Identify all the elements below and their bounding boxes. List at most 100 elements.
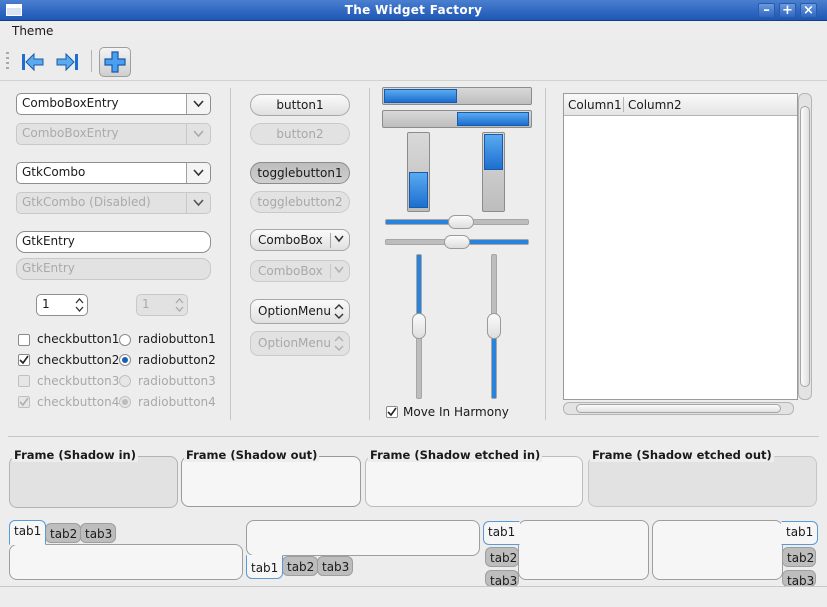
- combobox[interactable]: ComboBox: [250, 229, 350, 251]
- option-arrows-icon: [334, 304, 344, 319]
- comboboxentry-text: ComboBoxEntry: [22, 96, 119, 110]
- spin-arrows-icon[interactable]: [75, 297, 84, 313]
- optionmenu[interactable]: OptionMenu: [250, 299, 350, 324]
- tree-view[interactable]: Column1 Column2: [563, 93, 798, 400]
- add-button[interactable]: [99, 47, 131, 77]
- maximize-icon[interactable]: +: [779, 3, 796, 18]
- notebook-top-tab3[interactable]: tab3: [80, 523, 116, 543]
- go-first-button[interactable]: [18, 47, 50, 77]
- frame-shadow-etched-in: [365, 456, 583, 507]
- notebook-top-tab2[interactable]: tab2: [45, 523, 81, 543]
- vscale2-handle[interactable]: [487, 313, 501, 339]
- go-last-icon: [56, 52, 78, 72]
- title-bar[interactable]: The Widget Factory – + ×: [0, 0, 827, 21]
- checkbutton4-label: checkbutton4: [37, 395, 120, 409]
- vscale1-handle[interactable]: [412, 313, 426, 339]
- notebook-bottom-tab3[interactable]: tab3: [317, 556, 353, 576]
- column1-header[interactable]: Column1: [568, 98, 622, 112]
- gtkcombo-disabled-dropdown: [186, 193, 210, 213]
- vertical-scroll-thumb[interactable]: [800, 106, 810, 387]
- button2: button2: [250, 123, 350, 145]
- hscale2-handle[interactable]: [444, 235, 470, 249]
- comboboxentry-disabled-text: ComboBoxEntry: [22, 126, 119, 140]
- checkbutton4: [18, 396, 30, 408]
- combobox-separator: [330, 233, 331, 248]
- progressbar-v1-fill: [409, 172, 428, 208]
- window-title: The Widget Factory: [344, 3, 483, 17]
- radiobutton4: [119, 396, 131, 408]
- gtkentry-text: GtkEntry: [22, 234, 75, 248]
- progressbar-h2-fill: [457, 112, 529, 126]
- checkbutton1-label: checkbutton1: [37, 332, 120, 346]
- radiobutton1[interactable]: [119, 334, 131, 346]
- frame-shadow-etched-out-title: Frame (Shadow etched out): [590, 448, 774, 462]
- spinbutton[interactable]: 1: [36, 294, 88, 316]
- close-icon[interactable]: ×: [800, 3, 817, 18]
- chevron-down-icon: [193, 199, 204, 207]
- progressbar-h1: [382, 87, 532, 105]
- gtkentry[interactable]: GtkEntry: [16, 231, 211, 253]
- add-icon: [104, 51, 126, 73]
- radiobutton2[interactable]: [119, 354, 131, 366]
- gtkentry-disabled: GtkEntry: [16, 258, 211, 280]
- section-separator: [8, 436, 819, 437]
- notebook-top-tab1[interactable]: tab1: [9, 520, 46, 545]
- move-in-harmony-check[interactable]: [386, 406, 398, 418]
- progressbar-v2: [482, 132, 505, 212]
- hscale1-handle[interactable]: [448, 215, 474, 229]
- hscale1-fill: [386, 220, 450, 224]
- go-last-button[interactable]: [52, 47, 84, 77]
- tree-header: Column1 Column2: [564, 94, 797, 116]
- frame-shadow-out: [181, 456, 361, 507]
- combobox-label: ComboBox: [258, 233, 323, 247]
- checkbutton3-label: checkbutton3: [37, 374, 120, 388]
- notebook-right-tab2[interactable]: tab2: [782, 547, 816, 567]
- notebook-right-tab3[interactable]: tab3: [782, 570, 816, 588]
- notebook-right-page: [652, 520, 783, 580]
- notebook-left-tab3[interactable]: tab3: [485, 570, 519, 588]
- spinbutton-value: 1: [42, 297, 50, 311]
- optionmenu-disabled-label: OptionMenu: [258, 336, 331, 350]
- radiobutton2-label: radiobutton2: [138, 353, 216, 367]
- radiobutton3: [119, 375, 131, 387]
- toolbar-separator: [91, 50, 92, 72]
- notebook-right-tab1[interactable]: tab1: [781, 521, 818, 545]
- notebook-left-tab1[interactable]: tab1: [483, 521, 520, 545]
- comboboxentry[interactable]: ComboBoxEntry: [16, 93, 211, 115]
- menu-theme[interactable]: Theme: [12, 24, 53, 38]
- notebook-bottom-tab2[interactable]: tab2: [282, 556, 318, 576]
- gtkentry-disabled-text: GtkEntry: [22, 261, 75, 275]
- checkbutton1[interactable]: [18, 334, 30, 346]
- minimize-icon[interactable]: –: [758, 3, 775, 18]
- column2-header[interactable]: Column2: [628, 98, 682, 112]
- notebook-left-tab2[interactable]: tab2: [485, 547, 519, 567]
- progressbar-v1: [407, 132, 430, 212]
- radiobutton4-label: radiobutton4: [138, 395, 216, 409]
- gtkcombo-dropdown[interactable]: [186, 163, 210, 183]
- horizontal-scrollbar[interactable]: [563, 402, 794, 415]
- spinbutton-disabled: 1: [136, 294, 188, 316]
- checkbutton2[interactable]: [18, 354, 30, 366]
- notebook-bottom-tab1[interactable]: tab1: [246, 555, 283, 579]
- notebook-left-page: [518, 520, 649, 580]
- gtkcombo-disabled: GtkCombo (Disabled): [16, 192, 211, 214]
- comboboxentry-dropdown[interactable]: [186, 94, 210, 114]
- go-first-icon: [22, 52, 44, 72]
- horizontal-scroll-thumb[interactable]: [576, 404, 781, 413]
- hscale2-fill: [470, 240, 528, 244]
- progressbar-h1-fill: [384, 89, 457, 103]
- vertical-scrollbar[interactable]: [798, 93, 812, 400]
- checkbutton3: [18, 375, 30, 387]
- button1[interactable]: button1: [250, 94, 350, 116]
- check-mark-icon: [19, 355, 29, 365]
- chevron-down-icon: [193, 169, 204, 177]
- frame-shadow-in-title: Frame (Shadow in): [12, 448, 138, 462]
- gtkcombo[interactable]: GtkCombo: [16, 162, 211, 184]
- toolbar-grip[interactable]: [6, 52, 9, 70]
- chevron-down-icon: [193, 100, 204, 108]
- menubar: Theme: [0, 21, 827, 41]
- comboboxentry-disabled-dropdown: [186, 124, 210, 144]
- move-in-harmony-label: Move In Harmony: [403, 405, 509, 419]
- togglebutton1[interactable]: togglebutton1: [250, 162, 350, 184]
- radiobutton3-label: radiobutton3: [138, 374, 216, 388]
